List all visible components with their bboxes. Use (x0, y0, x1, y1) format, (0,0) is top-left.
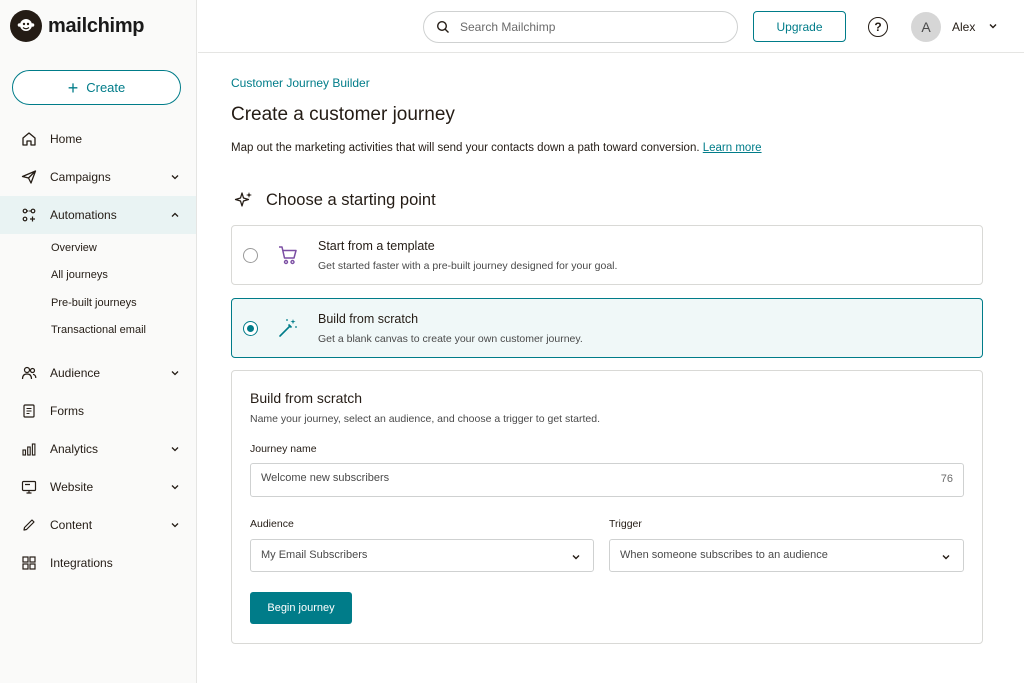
sparkles-icon (234, 192, 252, 207)
grid-icon (20, 554, 38, 572)
sidebar-item-label: Audience (50, 366, 101, 380)
main-content: Customer Journey Builder Create a custom… (198, 54, 1024, 683)
search-icon (436, 20, 449, 33)
pen-icon (20, 516, 38, 534)
option-template[interactable]: Start from a template Get started faster… (231, 225, 983, 285)
sidebar-item-label: Content (50, 518, 93, 532)
logo[interactable]: mailchimp (10, 10, 145, 42)
plus-icon: + (67, 77, 79, 98)
monitor-icon (20, 478, 38, 496)
sidebar-item-label: Campaigns (50, 170, 111, 184)
page-description: Map out the marketing activities that wi… (231, 142, 762, 154)
audience-label: Audience (250, 518, 294, 530)
chevron-down-icon (171, 523, 179, 528)
option-title: Build from scratch (318, 312, 419, 326)
freddie-logo-icon (10, 10, 42, 42)
sidebar-item-forms[interactable]: Forms (0, 392, 196, 430)
shopping-cart-icon (279, 246, 297, 265)
chevron-up-icon (171, 212, 179, 217)
trigger-select[interactable]: When someone subscribes to an audience (609, 539, 964, 572)
sidebar-item-label: Home (50, 132, 83, 146)
brand-name: mailchimp (48, 14, 145, 37)
sidebar-item-label: Automations (50, 208, 117, 222)
search-input[interactable] (460, 20, 700, 34)
journey-name-label: Journey name (250, 443, 317, 455)
learn-more-link[interactable]: Learn more (703, 142, 762, 154)
begin-journey-button[interactable]: Begin journey (250, 592, 352, 624)
audience-value: My Email Subscribers (261, 549, 368, 561)
form-icon (20, 402, 38, 420)
chevron-down-icon (171, 175, 179, 180)
chevron-down-icon (572, 555, 580, 560)
sidebar-item-analytics[interactable]: Analytics (0, 430, 196, 468)
chevron-down-icon (942, 555, 950, 560)
help-icon[interactable]: ? (868, 17, 888, 37)
sidebar-item-content[interactable]: Content (0, 506, 196, 544)
chevron-down-icon (171, 447, 179, 452)
journey-name-field[interactable]: 76 (250, 463, 964, 497)
breadcrumb[interactable]: Customer Journey Builder (231, 76, 370, 90)
sidebar-item-label: Website (50, 480, 94, 494)
sidebar-item-integrations[interactable]: Integrations (0, 544, 196, 582)
paper-plane-icon (20, 168, 38, 186)
sidebar-item-label: Analytics (50, 442, 99, 456)
trigger-value: When someone subscribes to an audience (620, 549, 828, 561)
chevron-down-icon (171, 485, 179, 490)
create-label: Create (86, 80, 126, 95)
upgrade-button[interactable]: Upgrade (753, 11, 846, 42)
option-scratch[interactable]: Build from scratch Get a blank canvas to… (231, 298, 983, 358)
sidebar-subitem-overview[interactable]: Overview (0, 234, 196, 262)
radio-scratch[interactable] (243, 321, 258, 336)
sidebar-item-audience[interactable]: Audience (0, 354, 196, 392)
create-button[interactable]: + Create (12, 70, 181, 105)
sidebar-nav: Home Campaigns Automations Overview All … (0, 120, 196, 582)
user-name[interactable]: Alex (952, 20, 975, 34)
description-text: Map out the marketing activities that wi… (231, 142, 700, 154)
section-title: Choose a starting point (234, 190, 436, 210)
character-counter: 76 (940, 473, 953, 485)
section-title-text: Choose a starting point (266, 190, 436, 209)
option-description: Get started faster with a pre-built jour… (318, 260, 618, 272)
sidebar-item-label: Forms (50, 404, 84, 418)
option-title: Start from a template (318, 239, 435, 253)
trigger-label: Trigger (609, 518, 642, 530)
top-bar: Upgrade ? A Alex (198, 0, 1024, 53)
automation-icon (20, 206, 38, 224)
sidebar-item-label: Integrations (50, 556, 113, 570)
sidebar: mailchimp + Create Home Campaigns Automa… (0, 0, 197, 683)
people-icon (20, 364, 38, 382)
sidebar-item-automations[interactable]: Automations (0, 196, 196, 234)
sidebar-item-campaigns[interactable]: Campaigns (0, 158, 196, 196)
form-title: Build from scratch (250, 390, 363, 406)
chevron-down-icon[interactable] (988, 21, 998, 31)
chevron-down-icon (171, 371, 179, 376)
sidebar-subitem-all-journeys[interactable]: All journeys (0, 262, 196, 290)
radio-template[interactable] (243, 248, 258, 263)
search-box[interactable] (423, 11, 738, 43)
form-description: Name your journey, select an audience, a… (250, 413, 601, 425)
avatar[interactable]: A (911, 12, 941, 42)
page-title: Create a customer journey (231, 104, 455, 125)
sidebar-subitem-pre-built-journeys[interactable]: Pre-built journeys (0, 289, 196, 317)
magic-wand-icon (279, 319, 297, 337)
sidebar-item-home[interactable]: Home (0, 120, 196, 158)
sidebar-item-website[interactable]: Website (0, 468, 196, 506)
build-from-scratch-form: Build from scratch Name your journey, se… (231, 370, 983, 644)
journey-name-input[interactable] (261, 472, 901, 484)
option-description: Get a blank canvas to create your own cu… (318, 333, 583, 345)
sidebar-subitem-transactional-email[interactable]: Transactional email (0, 317, 196, 345)
bar-chart-icon (20, 440, 38, 458)
home-icon (20, 130, 38, 148)
audience-select[interactable]: My Email Subscribers (250, 539, 594, 572)
